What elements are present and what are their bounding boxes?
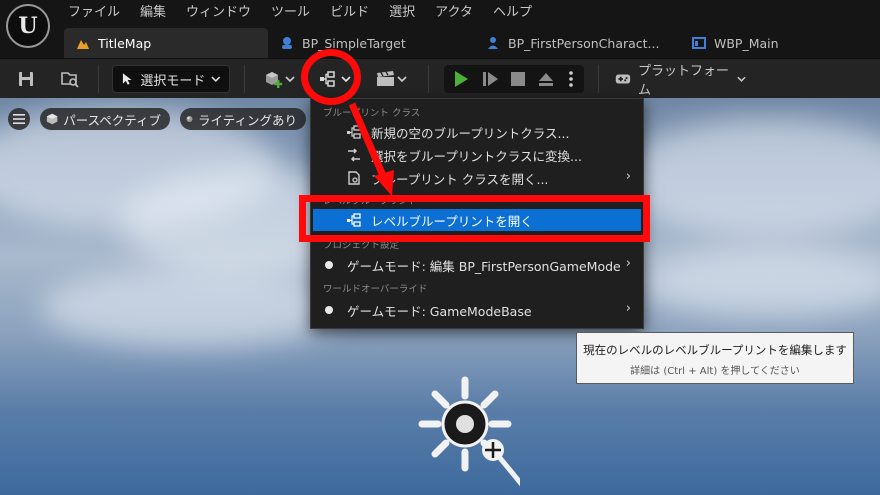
widget-blueprint-icon bbox=[692, 37, 706, 49]
tooltip-hint: 詳細は (Ctrl + Alt) を押してください bbox=[630, 366, 800, 377]
menu-file[interactable]: ファイル bbox=[58, 0, 130, 26]
play-button[interactable] bbox=[448, 65, 474, 93]
save-icon bbox=[19, 72, 33, 86]
menu-item-label: ブループリント クラスを開く... bbox=[371, 171, 549, 187]
menu-tools[interactable]: ツール bbox=[261, 0, 320, 26]
clapperboard-icon bbox=[377, 71, 394, 86]
menu-select[interactable]: 選択 bbox=[379, 0, 425, 26]
perspective-label: パースペクティブ bbox=[63, 112, 161, 128]
toolbar-separator bbox=[428, 65, 429, 93]
selection-mode-label: 選択モード bbox=[140, 73, 206, 89]
section-header-blueprint-class: ブループリント クラス bbox=[323, 108, 421, 119]
folder-search-icon bbox=[61, 72, 79, 88]
chevron-down-icon bbox=[737, 76, 746, 82]
perspective-button[interactable]: パースペクティブ bbox=[40, 108, 170, 130]
submenu-arrow-icon: › bbox=[625, 169, 631, 184]
tab-label: BP_FirstPersonCharact... bbox=[508, 35, 660, 51]
menu-help[interactable]: ヘルプ bbox=[483, 0, 542, 26]
gamepad-icon bbox=[615, 74, 631, 84]
main-toolbar: 選択モード プラットフォーム bbox=[0, 58, 880, 98]
toolbar-separator bbox=[244, 65, 245, 93]
menu-actor[interactable]: アクタ bbox=[425, 0, 483, 26]
title-bar: U ファイル 編集 ウィンドウ ツール ビルド 選択 アクタ ヘルプ Title… bbox=[0, 0, 880, 58]
bullet-icon bbox=[325, 306, 333, 314]
tab-titlemap[interactable]: TitleMap bbox=[64, 28, 268, 58]
light-sphere-core bbox=[456, 415, 474, 433]
menu-item-convert-selection[interactable]: 選択をブループリントクラスに変換... bbox=[313, 144, 641, 166]
platforms-label: プラットフォーム bbox=[637, 64, 729, 98]
tooltip-text: 現在のレベルのレベルブループリントを編集します bbox=[583, 343, 847, 357]
step-forward-icon bbox=[483, 72, 498, 86]
tab-label: TitleMap bbox=[98, 35, 152, 51]
menu-item-open-blueprint-class[interactable]: ブループリント クラスを開く... › bbox=[313, 167, 641, 189]
menu-item-label: ゲームモード: 編集 BP_FirstPersonGameMode bbox=[347, 258, 621, 274]
hamburger-menu-icon bbox=[13, 114, 25, 124]
menu-build[interactable]: ビルド bbox=[320, 0, 379, 26]
menu-edit[interactable]: 編集 bbox=[130, 0, 176, 26]
bullet-icon bbox=[325, 261, 333, 269]
eject-button[interactable] bbox=[534, 65, 558, 93]
chevron-down-icon bbox=[285, 76, 295, 83]
blueprint-nodes-icon bbox=[347, 125, 361, 139]
tab-bp-firstpersoncharacter[interactable]: BP_FirstPersonCharact... bbox=[474, 28, 680, 58]
lit-sphere-icon bbox=[186, 116, 193, 122]
add-cube-icon bbox=[266, 72, 283, 88]
sky-cloud bbox=[40, 268, 340, 348]
content-browser-button[interactable] bbox=[56, 65, 84, 93]
play-icon bbox=[455, 71, 468, 87]
unreal-editor-window: U ファイル 編集 ウィンドウ ツール ビルド 選択 アクタ ヘルプ Title… bbox=[0, 0, 880, 495]
menu-item-label: ゲームモード: GameModeBase bbox=[347, 303, 532, 319]
play-options-button[interactable] bbox=[562, 65, 580, 93]
selection-mode-dropdown[interactable]: 選択モード bbox=[112, 65, 230, 93]
advance-frame-button[interactable] bbox=[478, 65, 504, 93]
lighting-mode-button[interactable]: ライティングあり bbox=[180, 108, 306, 130]
menu-item-label: 選択をブループリントクラスに変換... bbox=[371, 148, 582, 164]
cube-icon bbox=[46, 113, 58, 125]
viewport-options-button[interactable] bbox=[8, 108, 30, 130]
stop-icon bbox=[511, 72, 525, 86]
chevron-down-icon bbox=[211, 76, 221, 82]
sky-cloud bbox=[620, 118, 880, 238]
toolbar-separator bbox=[98, 65, 99, 93]
submenu-arrow-icon: › bbox=[625, 301, 631, 316]
level-icon bbox=[77, 40, 89, 49]
cursor-icon bbox=[122, 73, 132, 85]
stop-button[interactable] bbox=[506, 65, 530, 93]
convert-arrows-icon bbox=[348, 148, 360, 162]
menu-item-new-empty-blueprint-class[interactable]: 新規の空のブループリントクラス... bbox=[313, 121, 641, 143]
more-vertical-icon bbox=[569, 71, 573, 87]
chevron-down-icon bbox=[397, 76, 407, 83]
directional-light-gizmo[interactable] bbox=[410, 368, 520, 488]
tab-label: WBP_Main bbox=[714, 35, 779, 51]
menu-window[interactable]: ウィンドウ bbox=[176, 0, 261, 26]
open-file-icon bbox=[348, 171, 360, 185]
unreal-logo[interactable]: U bbox=[6, 4, 50, 48]
menu-item-label: 新規の空のブループリントクラス... bbox=[371, 125, 570, 141]
toolbar-separator bbox=[598, 65, 599, 93]
annotation-circle bbox=[301, 49, 361, 105]
submenu-arrow-icon: › bbox=[625, 256, 631, 271]
blueprint-character-icon bbox=[488, 37, 498, 49]
add-actor-button[interactable] bbox=[258, 65, 300, 93]
eject-icon bbox=[539, 73, 553, 86]
platforms-dropdown[interactable]: プラットフォーム bbox=[614, 64, 746, 98]
menu-item-game-mode-edit[interactable]: ゲームモード: 編集 BP_FirstPersonGameMode › bbox=[313, 254, 641, 276]
save-button[interactable] bbox=[12, 65, 40, 93]
tab-bp-simpletarget[interactable]: BP_SimpleTarget bbox=[268, 28, 474, 58]
menu-bar: ファイル 編集 ウィンドウ ツール ビルド 選択 アクタ ヘルプ bbox=[58, 0, 542, 26]
level-blueprint-tooltip: 現在のレベルのレベルブループリントを編集します 詳細は (Ctrl + Alt)… bbox=[576, 332, 854, 384]
lighting-label: ライティングあり bbox=[197, 112, 297, 128]
sky-cloud bbox=[640, 248, 880, 318]
unreal-logo-glyph: U bbox=[18, 13, 38, 39]
cinematics-button[interactable] bbox=[370, 65, 412, 93]
section-header-world-override: ワールドオーバーライド bbox=[323, 284, 428, 295]
document-tabs: TitleMap BP_SimpleTarget BP_FirstPersonC… bbox=[64, 28, 800, 58]
menu-item-game-mode-base[interactable]: ゲームモード: GameModeBase › bbox=[313, 299, 641, 321]
tab-wbp-main[interactable]: WBP_Main bbox=[680, 28, 800, 58]
tab-label: BP_SimpleTarget bbox=[302, 35, 406, 51]
annotation-highlight-box bbox=[299, 195, 650, 242]
blueprint-actor-icon bbox=[282, 37, 292, 49]
light-direction-arrow bbox=[498, 456, 520, 487]
